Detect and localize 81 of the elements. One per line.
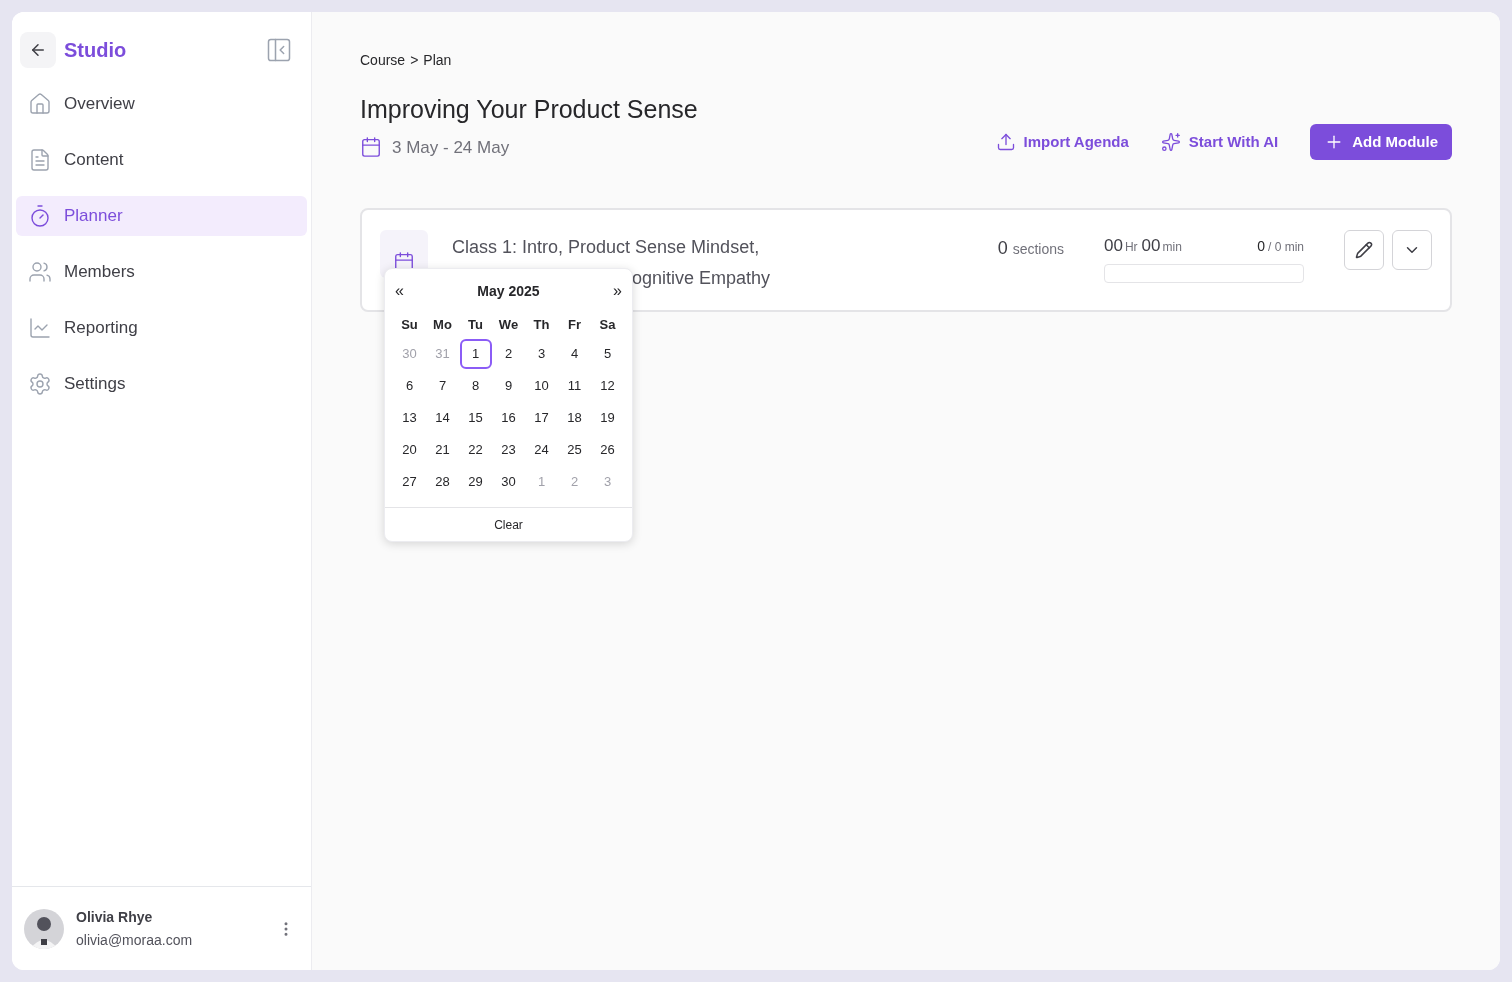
breadcrumb-link[interactable]: Plan <box>423 50 452 71</box>
calendar-day[interactable]: 2 <box>492 339 525 369</box>
sections-label: sections <box>1012 240 1064 259</box>
calendar-day[interactable]: 10 <box>525 371 558 401</box>
action-link[interactable]: Start With AI <box>1160 130 1279 154</box>
nav-item[interactable]: Overview <box>16 84 307 124</box>
calendar-day[interactable]: 30 <box>492 467 525 497</box>
progress-done: 0 <box>1257 237 1265 256</box>
minutes-unit: min <box>1162 239 1182 256</box>
calendar-day[interactable]: 1 <box>459 339 492 369</box>
calendar-day[interactable]: 3 <box>525 339 558 369</box>
user-name: Olivia Rhye <box>76 907 154 927</box>
month-title: May 2025 <box>477 281 540 301</box>
nav-item[interactable]: Settings <box>16 364 307 404</box>
upload-icon <box>995 132 1016 152</box>
calendar-day[interactable]: 16 <box>492 403 525 433</box>
chart-icon <box>28 316 52 340</box>
weekday-label: Th <box>532 316 551 334</box>
page-title: Improving Your Product Sense <box>360 94 698 125</box>
calendar-day[interactable]: 28 <box>426 467 459 497</box>
calendar-day[interactable]: 12 <box>591 371 624 401</box>
calendar-day[interactable]: 29 <box>459 467 492 497</box>
breadcrumb-separator: > <box>410 51 419 70</box>
calendar-day[interactable]: 20 <box>393 435 426 465</box>
add-button[interactable]: Add Module <box>1310 124 1452 160</box>
user-email: olivia@moraa.com <box>76 930 193 950</box>
weekday-label: Sa <box>598 316 617 334</box>
nav-item[interactable]: Members <box>16 252 307 292</box>
calendar-day[interactable]: 22 <box>459 435 492 465</box>
nav-item[interactable]: Planner <box>16 196 307 236</box>
calendar-icon <box>360 136 382 159</box>
weekday-label: Mo <box>432 316 453 334</box>
calendar-day[interactable]: 25 <box>558 435 591 465</box>
duration-minutes: 00 <box>1141 235 1161 257</box>
next-month-button[interactable]: » <box>613 279 622 303</box>
collapse-sidebar-icon[interactable] <box>265 36 293 64</box>
calendar-day[interactable]: 9 <box>492 371 525 401</box>
calendar-day[interactable]: 27 <box>393 467 426 497</box>
duration-hours: 00 <box>1104 235 1123 257</box>
document-icon <box>28 148 52 172</box>
calendar-day[interactable]: 15 <box>459 403 492 433</box>
calendar-day[interactable]: 24 <box>525 435 558 465</box>
progress-total: / 0 min <box>1268 239 1304 256</box>
calendar-day[interactable]: 18 <box>558 403 591 433</box>
calendar-day[interactable]: 17 <box>525 403 558 433</box>
module-title: ognitive Empathy <box>632 267 771 290</box>
hours-unit: Hr <box>1124 239 1138 256</box>
weekday-label: We <box>497 316 520 334</box>
pencil-icon <box>1355 241 1373 259</box>
date-range: 3 May - 24 May <box>392 136 510 159</box>
previous-month-button[interactable]: « <box>395 279 404 303</box>
action-link[interactable]: Import Agenda <box>995 130 1129 154</box>
calendar-day[interactable]: 13 <box>393 403 426 433</box>
calendar-day[interactable]: 6 <box>393 371 426 401</box>
app-title: Studio <box>64 38 127 63</box>
weekday-label: Su <box>400 316 419 334</box>
calendar-day[interactable]: 14 <box>426 403 459 433</box>
calendar-day[interactable]: 19 <box>591 403 624 433</box>
calendar-day[interactable]: 11 <box>558 371 591 401</box>
back-button[interactable] <box>20 32 56 68</box>
module-title: Class 1: Intro, Product Sense Mindset, <box>452 236 761 259</box>
breadcrumb-link[interactable]: Course <box>360 50 406 71</box>
calendar-day[interactable]: 23 <box>492 435 525 465</box>
weekday-label: Tu <box>467 316 484 334</box>
stopwatch-icon <box>28 204 52 228</box>
calendar-day[interactable]: 4 <box>558 339 591 369</box>
edit-button[interactable] <box>1344 230 1384 270</box>
nav-item[interactable]: Reporting <box>16 308 307 348</box>
users-icon <box>28 260 52 284</box>
calendar-day[interactable]: 8 <box>459 371 492 401</box>
calendar-day[interactable]: 21 <box>426 435 459 465</box>
nav-item[interactable]: Content <box>16 140 307 180</box>
sparkle-icon <box>1160 132 1181 152</box>
calendar-day[interactable]: 26 <box>591 435 624 465</box>
sections-count: 0 <box>997 237 1008 260</box>
calendar-day[interactable]: 5 <box>591 339 624 369</box>
clear-button[interactable]: Clear <box>494 515 523 534</box>
calendar-day[interactable]: 7 <box>426 371 459 401</box>
weekday-label: Fr <box>567 316 582 334</box>
settings-icon <box>28 372 52 396</box>
home-icon <box>28 92 52 116</box>
